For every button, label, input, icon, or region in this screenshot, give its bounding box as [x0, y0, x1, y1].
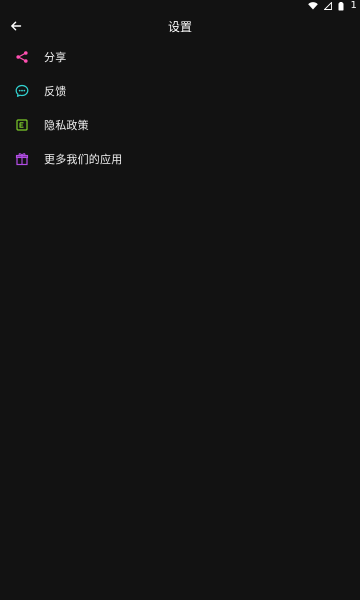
menu-item-label: 分享: [44, 51, 67, 64]
menu-item-label: 隐私政策: [44, 119, 89, 132]
back-button[interactable]: [2, 12, 30, 40]
gift-icon: [14, 151, 30, 167]
menu-item-privacy-policy[interactable]: 隐私政策: [0, 108, 360, 142]
menu-item-label: 更多我们的应用: [44, 153, 123, 166]
signal-icon: [324, 2, 333, 10]
settings-menu: 分享 反馈 隐私政策 更多我们的应用: [0, 40, 360, 176]
arrow-left-icon: [10, 20, 22, 32]
share-icon: [14, 49, 30, 65]
menu-item-label: 反馈: [44, 85, 67, 98]
menu-item-more-apps[interactable]: 更多我们的应用: [0, 142, 360, 176]
chat-bubble-icon: [14, 83, 30, 99]
document-icon: [14, 117, 30, 133]
page-title: 设置: [167, 19, 192, 34]
app-bar: 设置: [0, 12, 360, 40]
wifi-icon: [308, 2, 319, 10]
status-time: 1: [350, 0, 357, 11]
status-bar: 1: [0, 0, 360, 12]
menu-item-share[interactable]: 分享: [0, 40, 360, 74]
menu-item-feedback[interactable]: 反馈: [0, 74, 360, 108]
battery-icon: [338, 1, 344, 11]
